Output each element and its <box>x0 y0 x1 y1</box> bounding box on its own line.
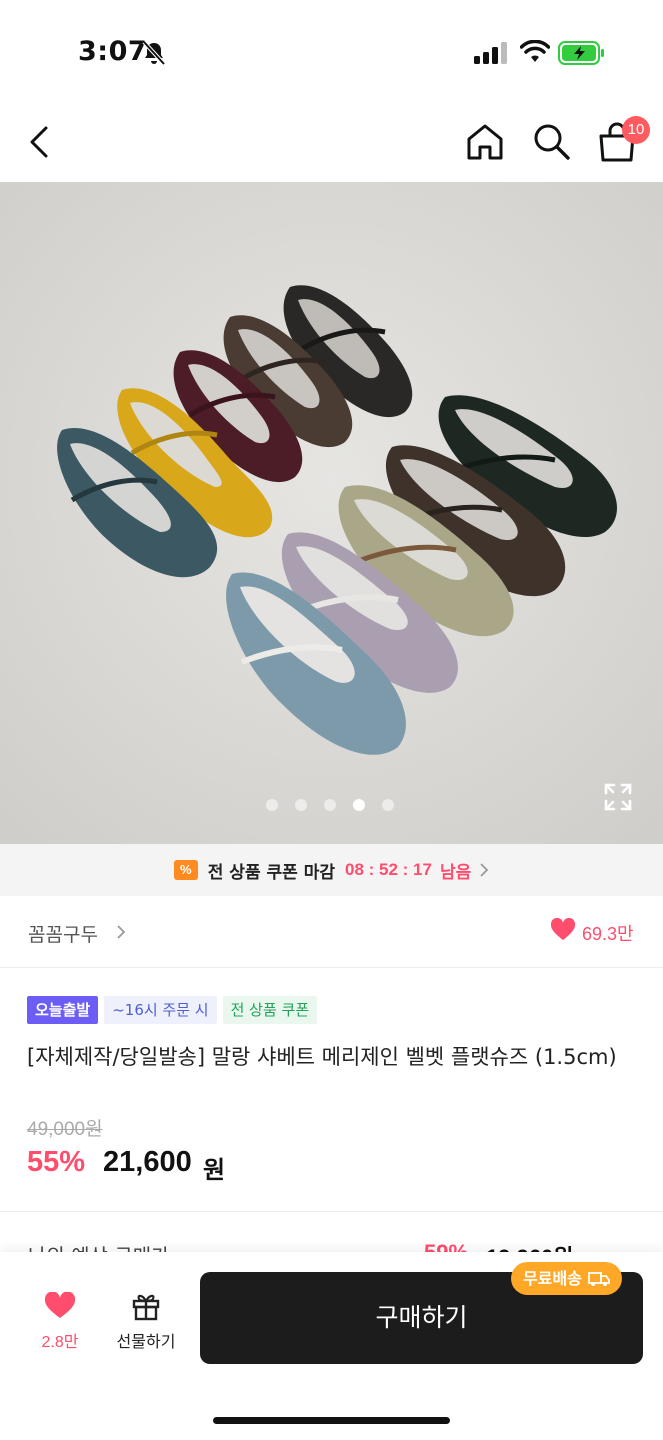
gift-button[interactable]: 선물하기 <box>108 1290 184 1356</box>
bottom-action-bar: 2.8만 선물하기 구매하기 무료배송 <box>0 1252 663 1440</box>
battery-charging-icon <box>558 41 604 65</box>
brand-like-count: 69.3만 <box>582 924 634 944</box>
carousel-dot[interactable] <box>324 799 336 811</box>
wishlist-count: 2.8만 <box>41 1334 79 1351</box>
free-shipping-label: 무료배송 <box>523 1269 582 1288</box>
bell-off-icon <box>142 40 166 66</box>
home-indicator <box>213 1417 450 1424</box>
gift-label: 선물하기 <box>116 1332 176 1351</box>
carousel-dot-active[interactable] <box>353 799 365 811</box>
carousel-dot[interactable] <box>295 799 307 811</box>
section-divider <box>0 1211 663 1212</box>
heart-icon[interactable] <box>550 918 576 942</box>
product-image-carousel[interactable] <box>0 182 663 844</box>
original-price: 49,000원 <box>27 1119 103 1140</box>
coupon-remain-label: 남음 <box>439 862 472 883</box>
cellular-signal-icon <box>474 42 507 64</box>
carousel-dot[interactable] <box>266 799 278 811</box>
chevron-right-icon <box>117 925 126 939</box>
wishlist-button[interactable]: 2.8만 <box>24 1292 96 1356</box>
sale-price: 21,600 <box>103 1146 192 1178</box>
discount-rate: 55% <box>27 1146 86 1178</box>
brand-name-link[interactable]: 꼼꼼구두 <box>28 920 98 947</box>
product-title: [자체제작/당일발송] 말랑 샤베트 메리제인 벨벳 플랫슈즈 (1.5cm) <box>27 1045 617 1069</box>
product-photo <box>0 182 663 844</box>
expand-fullscreen-icon[interactable] <box>602 781 634 813</box>
coupon-countdown-timer: 08 : 52 : 17 <box>345 860 432 879</box>
carousel-pagination <box>266 799 394 811</box>
price-unit: 원 <box>203 1156 226 1184</box>
cart-count-badge: 10 <box>622 116 650 144</box>
wifi-icon <box>520 40 550 62</box>
search-icon[interactable] <box>530 120 572 162</box>
heart-icon <box>44 1292 76 1318</box>
tag-order-cutoff: ~16시 주문 시 <box>104 996 217 1024</box>
brand-row: 꼼꼼구두 69.3만 <box>0 896 663 968</box>
chevron-right-icon <box>480 863 489 877</box>
back-arrow-icon[interactable] <box>24 122 56 162</box>
coupon-deadline-banner[interactable]: % 전 상품 쿠폰 마감 08 : 52 : 17 남음 <box>0 844 663 896</box>
carousel-dot[interactable] <box>382 799 394 811</box>
free-shipping-badge: 무료배송 <box>511 1262 622 1295</box>
top-navigation-bar <box>0 100 663 182</box>
tag-today-shipping: 오늘출발 <box>27 996 99 1024</box>
product-tags: 오늘출발 ~16시 주문 시 전 상품 쿠폰 <box>27 996 318 1024</box>
status-bar: 3:07 <box>0 0 663 100</box>
tag-coupon: 전 상품 쿠폰 <box>222 996 318 1024</box>
status-time: 3:07 <box>78 36 148 67</box>
home-icon[interactable] <box>464 122 506 162</box>
truck-icon <box>587 1271 610 1286</box>
coupon-banner-text: 전 상품 쿠폰 마감 <box>207 862 335 883</box>
coupon-icon: % <box>173 860 198 880</box>
gift-icon <box>132 1294 160 1321</box>
